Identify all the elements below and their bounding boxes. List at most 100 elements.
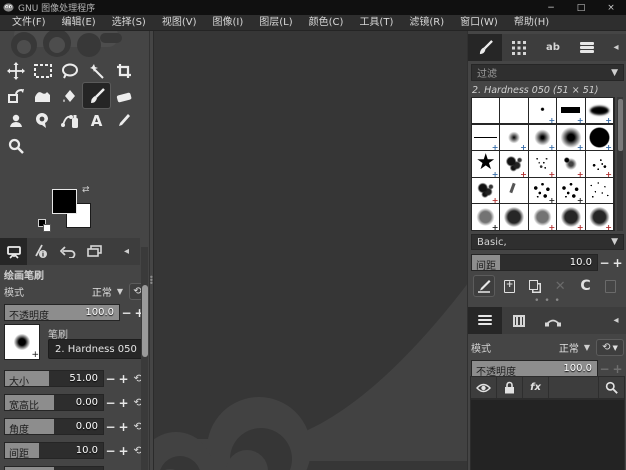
layer-opacity-slider[interactable]: 不透明度 100.0 [471,360,598,377]
brush-thumbnail[interactable]: + [4,324,40,360]
brush-cell[interactable] [500,98,528,124]
size-slider[interactable]: 大小 51.00 [4,370,104,387]
tool-clone[interactable] [2,108,29,133]
brush-cell[interactable]: + [557,98,585,124]
spacing-slider[interactable]: 间距 10.0 [4,442,104,459]
brush-cell[interactable]: + [500,151,528,177]
brush-cell[interactable]: + [528,204,557,230]
brush-cell[interactable]: + [528,151,557,177]
brush-spacing-increase-button[interactable]: + [611,256,624,270]
size-decrease-button[interactable]: − [104,372,117,386]
brush-cell[interactable]: + [585,204,613,230]
tab-device-status[interactable]: i [27,238,54,265]
swap-colors-icon[interactable]: ⇄ [82,185,90,195]
brush-cell[interactable]: + [472,151,500,177]
tab-paths[interactable] [536,307,570,334]
brush-cell[interactable]: + [472,177,500,204]
menu-edit[interactable]: 编辑(E) [54,15,104,31]
tool-eraser[interactable] [110,83,137,108]
spacing-decrease-button[interactable]: − [104,444,117,458]
layer-opacity-decrease-button[interactable]: − [598,362,611,376]
brush-cell[interactable]: + [528,177,557,204]
minimize-button[interactable]: − [536,0,566,15]
left-dock-tab-menu[interactable]: ◂ [113,238,140,265]
visibility-column-toggle[interactable] [471,377,497,398]
tool-ink[interactable] [56,108,83,133]
layer-opacity-increase-button[interactable]: + [611,362,624,376]
menu-help[interactable]: 帮助(H) [506,15,557,31]
brush-cell[interactable]: + [500,124,528,150]
aspect-increase-button[interactable]: + [117,396,130,410]
opacity-slider[interactable]: 不透明度 100.0 [4,304,120,321]
tool-crop[interactable] [110,58,137,83]
lock-column-toggle[interactable] [497,377,523,398]
brush-cell[interactable] [472,98,500,124]
menu-image[interactable]: 图像(I) [205,15,252,31]
brush-spacing-slider[interactable]: 间距 10.0 [471,254,598,271]
tool-smudge[interactable] [29,108,56,133]
brush-name-field[interactable]: 2. Hardness 050 [48,339,144,359]
new-brush-button[interactable] [498,275,520,297]
tool-fuzzy-select[interactable] [83,58,110,83]
brush-tag-select[interactable]: Basic, ▼ [471,234,624,250]
tool-move[interactable] [2,58,29,83]
brush-cell[interactable] [585,177,613,204]
tool-free-select[interactable] [56,58,83,83]
layer-search-button[interactable] [598,377,624,398]
tab-images[interactable] [81,238,108,265]
tab-layers[interactable] [468,307,502,334]
menu-windows[interactable]: 窗口(W) [452,15,506,31]
layers-dock-tab-menu[interactable]: ◂ [605,307,626,334]
brush-cell[interactable] [500,177,528,204]
brush-cell[interactable]: + [585,151,613,177]
aspect-decrease-button[interactable]: − [104,396,117,410]
angle-slider[interactable]: 角度 0.00 [4,418,104,435]
menu-layer[interactable]: 图层(L) [251,15,300,31]
menu-select[interactable]: 选择(S) [104,15,154,31]
edit-brush-button[interactable] [473,275,495,297]
tool-bucket-fill[interactable] [56,83,83,108]
tab-patterns[interactable] [502,34,536,61]
close-button[interactable]: × [596,0,626,15]
brush-cell[interactable]: + [585,98,613,124]
tool-zoom[interactable] [2,133,29,158]
tab-brushes[interactable] [468,34,502,61]
tab-fonts[interactable]: ab [536,34,570,61]
canvas-area[interactable] [153,31,467,470]
tool-paintbrush[interactable] [82,82,111,109]
refresh-brushes-button[interactable]: C [575,275,597,297]
tab-gradients[interactable] [570,34,604,61]
angle-decrease-button[interactable]: − [104,420,117,434]
tab-tool-options[interactable] [0,238,27,265]
menu-tools[interactable]: 工具(T) [351,15,401,31]
tab-undo-history[interactable] [54,238,81,265]
foreground-color-swatch[interactable] [52,189,77,214]
brush-cell[interactable]: + [585,124,613,150]
brush-spacing-decrease-button[interactable]: − [598,256,611,270]
mode-dropdown[interactable]: 正常 ▼ [92,284,123,299]
brush-cell[interactable]: + [557,177,585,204]
tool-warp-transform[interactable] [29,83,56,108]
opacity-decrease-button[interactable]: − [120,306,133,320]
tool-color-picker[interactable] [110,108,137,133]
layer-mode-switch-button[interactable]: ⟲ ▼ [596,339,624,356]
maximize-button[interactable]: □ [566,0,596,15]
menu-colors[interactable]: 颜色(C) [301,15,352,31]
brush-cell[interactable]: + [528,98,557,124]
tool-text[interactable]: A [83,108,110,133]
menu-file[interactable]: 文件(F) [4,15,54,31]
menu-filters[interactable]: 滤镜(R) [401,15,452,31]
angle-increase-button[interactable]: + [117,420,130,434]
delete-brush-button[interactable]: ✕ [549,275,571,297]
brush-cell[interactable]: + [557,151,585,177]
default-colors-icon[interactable] [38,219,51,232]
effects-column-toggle[interactable]: fx [523,377,549,398]
left-dock-vscrollbar[interactable] [141,247,148,470]
tool-rectangle-select[interactable] [29,58,56,83]
menu-view[interactable]: 视图(V) [154,15,205,31]
tab-channels[interactable] [502,307,536,334]
size-increase-button[interactable]: + [117,372,130,386]
brush-grid-scrollbar[interactable] [617,97,623,231]
brush-cell[interactable]: + [528,124,557,150]
brush-filter-input[interactable]: 过滤 ▼ [471,64,624,81]
